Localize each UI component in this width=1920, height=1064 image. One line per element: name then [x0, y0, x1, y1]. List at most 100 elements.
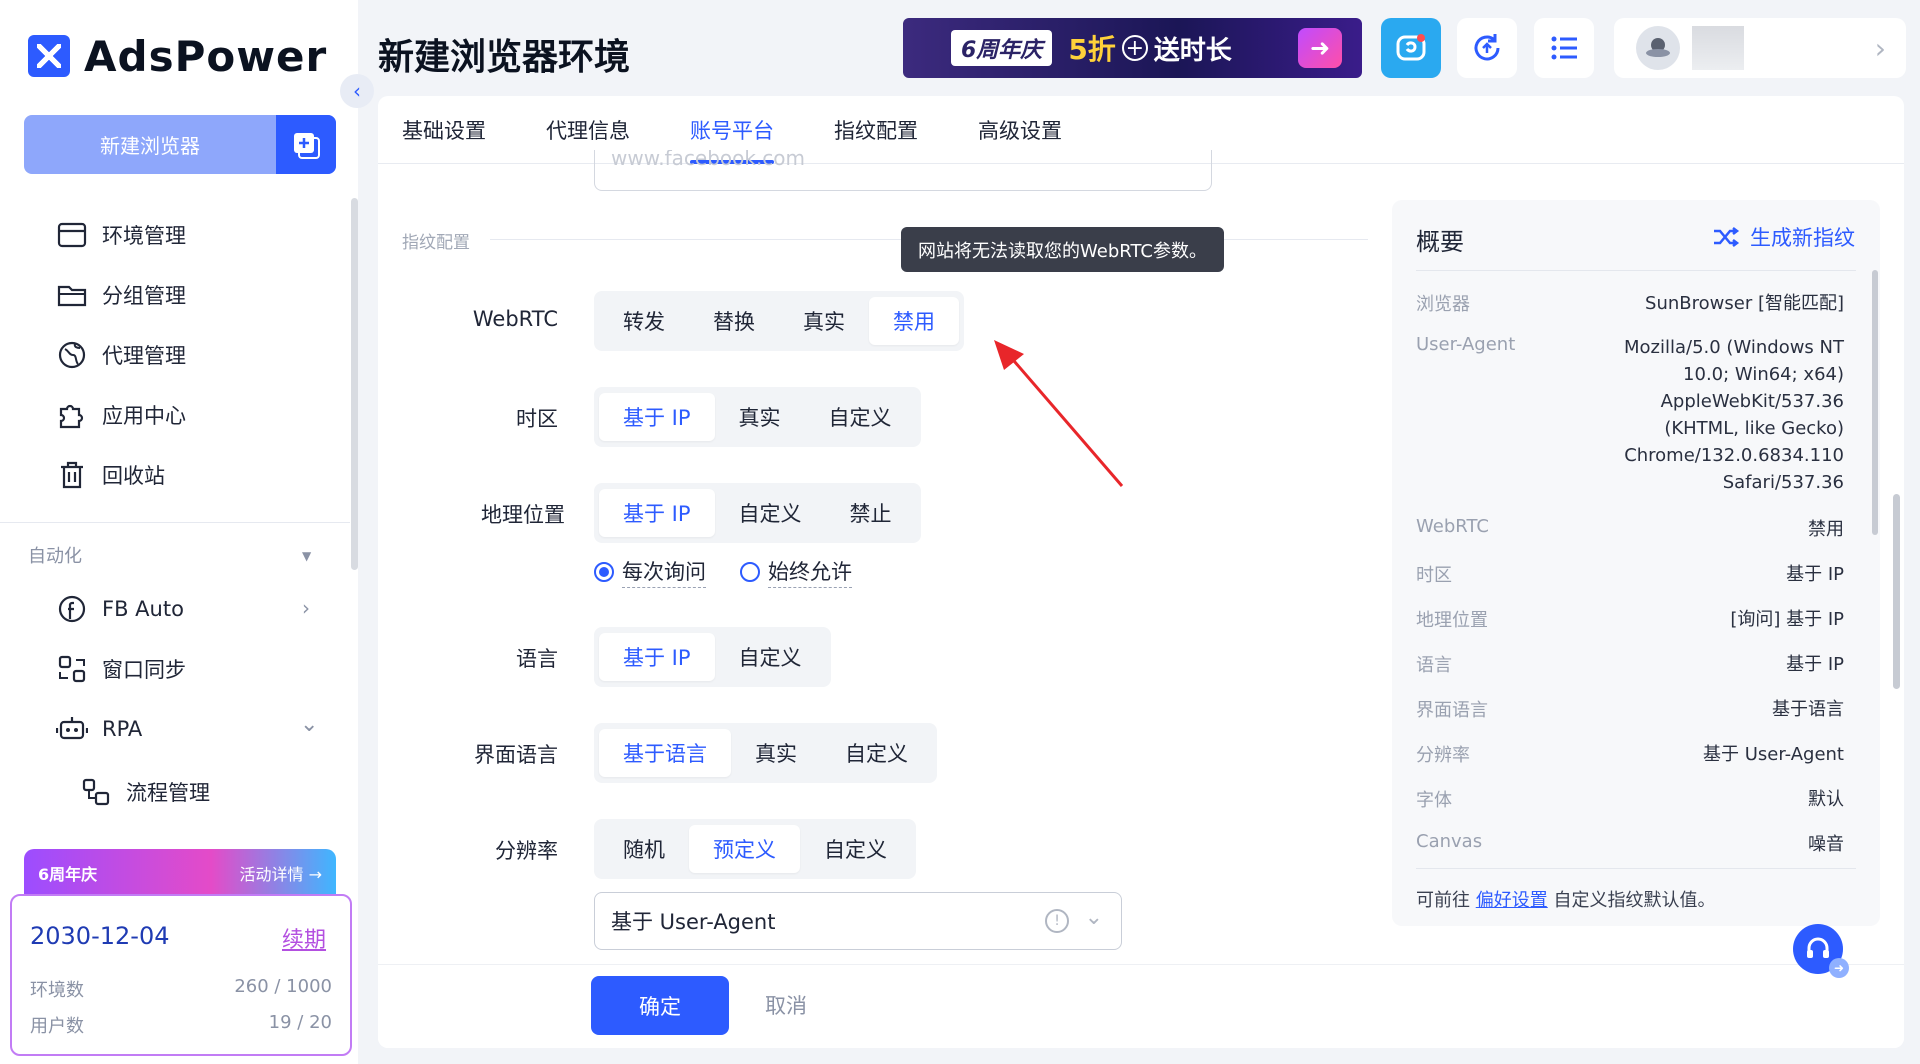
- sidebar-item-label: 代理管理: [102, 344, 186, 368]
- resolution-label: 分辨率: [495, 839, 558, 863]
- main-scrollbar[interactable]: [1893, 494, 1900, 689]
- ui-language-label: 界面语言: [474, 743, 558, 767]
- chevron-right-icon[interactable]: ›: [302, 596, 310, 620]
- trash-icon: [56, 459, 88, 491]
- sidebar-item-apps[interactable]: 应用中心: [56, 395, 186, 435]
- summary-value: [询问] 基于 IP: [1730, 609, 1844, 630]
- new-browser-button[interactable]: 新建浏览器: [24, 115, 336, 174]
- summary-key: 界面语言: [1416, 700, 1488, 721]
- summary-value: 默认: [1808, 789, 1844, 810]
- promo-details-link[interactable]: 活动详情 →: [240, 861, 323, 885]
- geo-radio-allow[interactable]: 始终允许: [740, 556, 852, 588]
- section-title: 指纹配置: [402, 233, 470, 253]
- sidebar-item-trash[interactable]: 回收站: [56, 455, 165, 495]
- renew-link[interactable]: 续期: [282, 922, 326, 954]
- info-icon[interactable]: !: [1045, 909, 1069, 933]
- summary-key: 字体: [1416, 790, 1452, 811]
- webrtc-option-real[interactable]: 真实: [779, 297, 869, 345]
- adspower-logo-icon: [28, 35, 70, 77]
- preferences-link[interactable]: 偏好设置: [1476, 890, 1548, 911]
- language-option-ip[interactable]: 基于 IP: [599, 633, 715, 681]
- timezone-option-real[interactable]: 真实: [715, 393, 805, 441]
- collapse-sidebar-button[interactable]: ‹: [340, 74, 374, 108]
- sidebar-item-proxies[interactable]: 代理管理: [56, 335, 186, 375]
- timezone-option-custom[interactable]: 自定义: [805, 393, 916, 441]
- webrtc-option-disabled[interactable]: 禁用: [869, 297, 959, 345]
- sidebar-item-label: 回收站: [102, 464, 165, 488]
- summary-value: 禁用: [1808, 519, 1844, 540]
- support-chat-button[interactable]: [1381, 18, 1441, 78]
- chevron-down-icon[interactable]: ⌄: [300, 712, 318, 737]
- anniversary-banner[interactable]: 6周年庆 5折 + 送时长 ➜: [903, 18, 1362, 78]
- sidebar-item-environments[interactable]: 环境管理: [56, 215, 186, 255]
- resolution-option-custom[interactable]: 自定义: [800, 825, 911, 873]
- ui-language-option-real[interactable]: 真实: [731, 729, 821, 777]
- app-logo[interactable]: AdsPower: [28, 30, 368, 82]
- promo-header[interactable]: 6周年庆 活动详情 →: [24, 849, 336, 897]
- timezone-segmented: 基于 IP 真实 自定义: [594, 387, 921, 447]
- summary-row-language: 语言 基于 IP: [1416, 651, 1844, 678]
- new-browser-label: 新建浏览器: [100, 134, 200, 158]
- summary-key: User-Agent: [1416, 334, 1516, 355]
- summary-row-timezone: 时区 基于 IP: [1416, 561, 1844, 588]
- timezone-option-ip[interactable]: 基于 IP: [599, 393, 715, 441]
- cancel-button[interactable]: 取消: [765, 990, 807, 1020]
- geo-option-block[interactable]: 禁止: [826, 489, 916, 537]
- sidebar-item-window-sync[interactable]: 窗口同步: [56, 649, 186, 689]
- language-segmented: 基于 IP 自定义: [594, 627, 831, 687]
- sidebar-item-groups[interactable]: 分组管理: [56, 275, 186, 315]
- ui-language-segmented: 基于语言 真实 自定义: [594, 723, 937, 783]
- webrtc-option-replace[interactable]: 替换: [689, 297, 779, 345]
- geolocation-segmented: 基于 IP 自定义 禁止: [594, 483, 921, 543]
- summary-value: Mozilla/5.0 (Windows NT 10.0; Win64; x64…: [1624, 337, 1844, 493]
- chevron-down-icon[interactable]: ▼: [302, 549, 311, 563]
- geo-option-custom[interactable]: 自定义: [715, 489, 826, 537]
- geo-radio-ask[interactable]: 每次询问: [594, 556, 706, 588]
- sidebar-item-fb-auto[interactable]: FB Auto: [56, 589, 184, 629]
- geo-radio-ask-label: 每次询问: [622, 556, 706, 588]
- sidebar-item-label: 分组管理: [102, 284, 186, 308]
- task-list-button[interactable]: [1534, 18, 1594, 78]
- summary-value: 基于 IP: [1786, 564, 1844, 585]
- summary-row-fonts: 字体 默认: [1416, 786, 1844, 813]
- summary-key: 地理位置: [1416, 610, 1488, 631]
- summary-row-browser: 浏览器 SunBrowser [智能匹配]: [1416, 290, 1844, 317]
- customer-service-button[interactable]: ➜: [1793, 924, 1849, 978]
- webrtc-segmented: 转发 替换 真实 禁用: [594, 291, 964, 351]
- user-profile-button[interactable]: ›: [1614, 18, 1906, 78]
- sidebar-item-rpa[interactable]: RPA: [56, 709, 142, 749]
- refresh-button[interactable]: [1457, 18, 1517, 78]
- platform-url-input[interactable]: www.facebook.com: [594, 150, 1212, 191]
- summary-key: 分辨率: [1416, 745, 1470, 766]
- summary-note-prefix: 可前往: [1416, 890, 1470, 911]
- automation-section-title: 自动化: [28, 546, 82, 567]
- sidebar-item-flow-management[interactable]: 流程管理: [80, 772, 210, 812]
- globe-icon: [56, 339, 88, 371]
- add-icon[interactable]: [276, 115, 336, 174]
- generate-fingerprint-button[interactable]: 生成新指纹: [1712, 222, 1855, 252]
- webrtc-option-forward[interactable]: 转发: [599, 297, 689, 345]
- resolution-select[interactable]: 基于 User-Agent ! ⌄: [594, 892, 1122, 950]
- url-placeholder: www.facebook.com: [611, 150, 806, 170]
- webrtc-label: WebRTC: [472, 307, 558, 331]
- puzzle-icon: [56, 399, 88, 431]
- summary-scrollbar[interactable]: [1872, 270, 1878, 535]
- resolution-option-random[interactable]: 随机: [599, 825, 689, 873]
- sidebar-item-label: 应用中心: [102, 404, 186, 428]
- confirm-button[interactable]: 确定: [591, 976, 729, 1035]
- flow-icon: [80, 776, 112, 808]
- summary-key: WebRTC: [1416, 516, 1489, 537]
- sidebar-divider: [0, 522, 350, 523]
- username-blurred: [1692, 26, 1744, 70]
- sidebar-scrollbar[interactable]: [351, 198, 358, 570]
- app-name: AdsPower: [84, 31, 328, 81]
- sidebar-item-label: RPA: [102, 717, 143, 741]
- resolution-option-predefined[interactable]: 预定义: [689, 825, 800, 873]
- ui-language-option-language[interactable]: 基于语言: [599, 729, 731, 777]
- language-option-custom[interactable]: 自定义: [715, 633, 826, 681]
- geo-option-ip[interactable]: 基于 IP: [599, 489, 715, 537]
- ui-language-option-custom[interactable]: 自定义: [821, 729, 932, 777]
- tab-basic-settings[interactable]: 基础设置: [402, 96, 486, 164]
- summary-note: 可前往 偏好设置 自定义指纹默认值。: [1416, 886, 1715, 912]
- avatar: [1636, 26, 1680, 70]
